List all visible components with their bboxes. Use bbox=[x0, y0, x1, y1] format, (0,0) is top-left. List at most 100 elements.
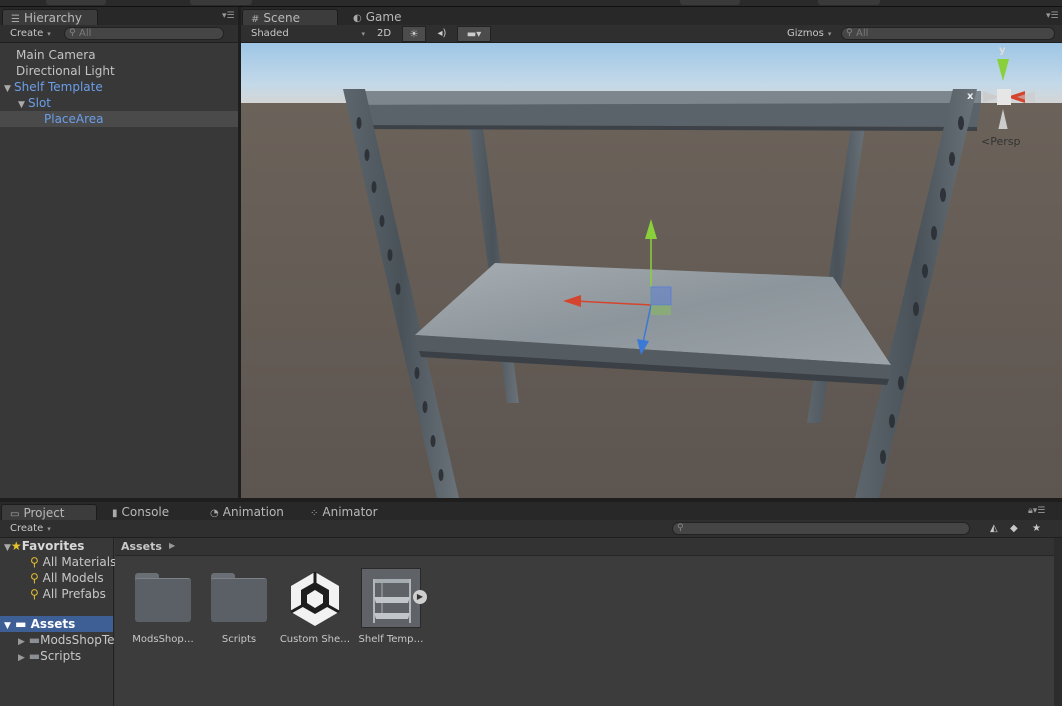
tab-label: Project bbox=[23, 506, 65, 520]
expand-triangle-icon[interactable]: ▶ bbox=[18, 653, 25, 663]
asset-folder-modsshop[interactable]: ModsShop… bbox=[123, 568, 203, 645]
favorite-item-all-models[interactable]: ⚲ All Models bbox=[0, 570, 113, 586]
project-tabbar: ▭ Project ▮ Console ◔ Animation ⁘ Animator 🔒… bbox=[0, 502, 1062, 520]
favorites-header[interactable]: ▼★Favorites bbox=[0, 538, 113, 554]
hierarchy-item-placearea[interactable]: PlaceArea bbox=[0, 111, 238, 127]
search-icon: ⚲ bbox=[30, 587, 39, 601]
star-icon: ★ bbox=[10, 539, 22, 553]
shading-label: Shaded bbox=[251, 28, 289, 39]
toolbar-button[interactable] bbox=[680, 0, 740, 5]
tab-label: Game bbox=[365, 10, 402, 24]
tab-scene[interactable]: # Scene bbox=[242, 9, 338, 25]
lighting-toggle-button[interactable]: ☀ bbox=[402, 26, 426, 42]
hierarchy-item-directional-light[interactable]: Directional Light bbox=[0, 63, 238, 79]
project-toolbar: Create ▾ ⚲ ◭ ◆ ★ bbox=[0, 520, 1062, 538]
assets-label: Assets bbox=[30, 617, 76, 631]
toolbar-button[interactable] bbox=[46, 0, 106, 5]
toolbar-button[interactable] bbox=[190, 0, 252, 5]
project-folder-tree: ▼★Favorites ⚲ All Materials ⚲ All Models… bbox=[0, 538, 116, 706]
audio-toggle-button[interactable]: ◂) bbox=[430, 26, 454, 42]
projection-toggle[interactable]: <Persp bbox=[981, 135, 1020, 148]
sun-icon: ☀ bbox=[409, 29, 419, 40]
search-icon: ⚲ bbox=[30, 555, 39, 569]
tab-animation[interactable]: ◔ Animation bbox=[202, 504, 292, 520]
folder-item-scripts[interactable]: ▶ ▬Scripts bbox=[0, 648, 113, 664]
favorites-star-button[interactable]: ★ bbox=[1026, 521, 1047, 537]
create-dropdown[interactable]: Create ▾ bbox=[4, 521, 57, 537]
create-dropdown[interactable]: Create ▾ bbox=[4, 26, 57, 42]
chevron-down-icon: ▾ bbox=[361, 30, 365, 38]
panel-menu-icon[interactable]: ▾☰ bbox=[222, 11, 235, 21]
tab-label: Animator bbox=[322, 505, 378, 519]
asset-label: ModsShop… bbox=[132, 634, 194, 645]
vertical-scrollbar[interactable] bbox=[1054, 538, 1062, 706]
filter-by-label-button[interactable]: ◆ bbox=[1004, 521, 1024, 537]
expand-triangle-icon[interactable]: ▼ bbox=[4, 543, 11, 553]
gizmos-label: Gizmos bbox=[787, 28, 824, 39]
expand-triangle-icon[interactable]: ▼ bbox=[4, 621, 11, 631]
lock-and-menu-icon[interactable]: 🔒︎▾☰ bbox=[1028, 506, 1058, 516]
item-label: All Models bbox=[42, 571, 104, 585]
project-panel: ▭ Project ▮ Console ◔ Animation ⁘ Animator 🔒… bbox=[0, 502, 1062, 706]
favorite-item-all-materials[interactable]: ⚲ All Materials bbox=[0, 554, 116, 570]
persp-label: Persp bbox=[990, 135, 1021, 148]
scene-render[interactable] bbox=[241, 43, 1062, 498]
tab-console[interactable]: ▮ Console bbox=[104, 504, 177, 520]
gizmos-dropdown[interactable]: Gizmos ▾ bbox=[781, 26, 837, 42]
toolbar-button[interactable] bbox=[818, 0, 880, 5]
effects-dropdown[interactable]: ▬▾ bbox=[457, 26, 491, 42]
asset-custom-shelf[interactable]: Custom She… bbox=[275, 568, 355, 645]
favorites-label: Favorites bbox=[21, 539, 85, 553]
chevron-right-icon: ▶ bbox=[169, 541, 176, 550]
axis-x-label: x bbox=[967, 91, 974, 102]
tab-animator[interactable]: ⁘ Animator bbox=[302, 504, 386, 520]
filter-by-type-button[interactable]: ◭ bbox=[984, 521, 1004, 537]
shading-mode-dropdown[interactable]: Shaded ▾ bbox=[245, 26, 369, 42]
tab-game[interactable]: ◐ Game bbox=[345, 9, 409, 25]
create-label: Create bbox=[10, 523, 44, 534]
image-icon: ▬▾ bbox=[466, 29, 482, 40]
asset-prefab-shelf-template[interactable]: ▶ Shelf Temp… bbox=[351, 568, 431, 645]
item-label: Shelf Template bbox=[14, 80, 103, 94]
orientation-gizmo[interactable]: y x bbox=[967, 45, 1037, 135]
asset-label: Scripts bbox=[221, 634, 257, 645]
tab-label: Hierarchy bbox=[23, 11, 82, 25]
tab-hierarchy[interactable]: ☰ Hierarchy bbox=[2, 9, 98, 25]
panel-menu-icon[interactable]: ▾☰ bbox=[1046, 11, 1059, 21]
hierarchy-toolbar: Create ▾ ⚲ All bbox=[0, 25, 238, 43]
search-icon: ⚲ bbox=[677, 523, 684, 533]
hierarchy-item-main-camera[interactable]: Main Camera bbox=[0, 47, 238, 63]
tab-label: Animation bbox=[222, 505, 284, 519]
scene-search-input[interactable]: ⚲ All bbox=[841, 27, 1055, 40]
breadcrumb: Assets ▶ bbox=[115, 538, 1054, 556]
folder-item-modsshop[interactable]: ▶ ▬ModsShopTe bbox=[0, 632, 115, 648]
2d-toggle-button[interactable]: 2D bbox=[371, 26, 397, 42]
asset-folder-scripts[interactable]: Scripts bbox=[199, 568, 279, 645]
shapes-icon: ◭ bbox=[990, 523, 998, 534]
hierarchy-item-slot[interactable]: ▼ Slot bbox=[0, 95, 238, 111]
tab-project[interactable]: ▭ Project bbox=[1, 504, 97, 520]
chevron-down-icon: ▾ bbox=[47, 525, 51, 533]
hierarchy-panel: ☰ Hierarchy ▾☰ Create ▾ ⚲ All Main Camera D… bbox=[0, 7, 238, 498]
project-search-input[interactable]: ⚲ bbox=[672, 522, 970, 535]
project-asset-grid: Assets ▶ ModsShop… Scripts Custom She… ▶… bbox=[115, 538, 1054, 706]
expand-prefab-icon[interactable]: ▶ bbox=[413, 590, 427, 604]
hierarchy-item-shelf-template[interactable]: ▼ Shelf Template bbox=[0, 79, 238, 95]
search-icon: ⚲ bbox=[30, 571, 39, 585]
expand-triangle-icon[interactable]: ▶ bbox=[18, 637, 25, 647]
2d-label: 2D bbox=[376, 28, 392, 39]
tab-label: Scene bbox=[263, 11, 300, 25]
folder-icon: ▬ bbox=[28, 633, 41, 647]
scene-tabbar: # Scene ◐ Game ▾☰ bbox=[241, 7, 1062, 25]
unity-logo-icon bbox=[285, 568, 345, 628]
tab-label: Console bbox=[121, 505, 170, 519]
hierarchy-search-input[interactable]: ⚲ All bbox=[64, 27, 224, 40]
breadcrumb-assets[interactable]: Assets bbox=[121, 540, 162, 553]
scene-panel: # Scene ◐ Game ▾☰ Shaded ▾ 2D ☀ ◂) ▬▾ Gizmo… bbox=[241, 7, 1062, 498]
tag-icon: ◆ bbox=[1010, 523, 1018, 534]
folder-icon: ▬ bbox=[15, 617, 27, 631]
scene-viewport[interactable]: y x <Persp bbox=[241, 43, 1062, 498]
assets-root-folder[interactable]: ▼ ▬ Assets bbox=[0, 616, 113, 632]
favorite-item-all-prefabs[interactable]: ⚲ All Prefabs bbox=[0, 586, 113, 602]
item-label: All Prefabs bbox=[42, 587, 106, 601]
